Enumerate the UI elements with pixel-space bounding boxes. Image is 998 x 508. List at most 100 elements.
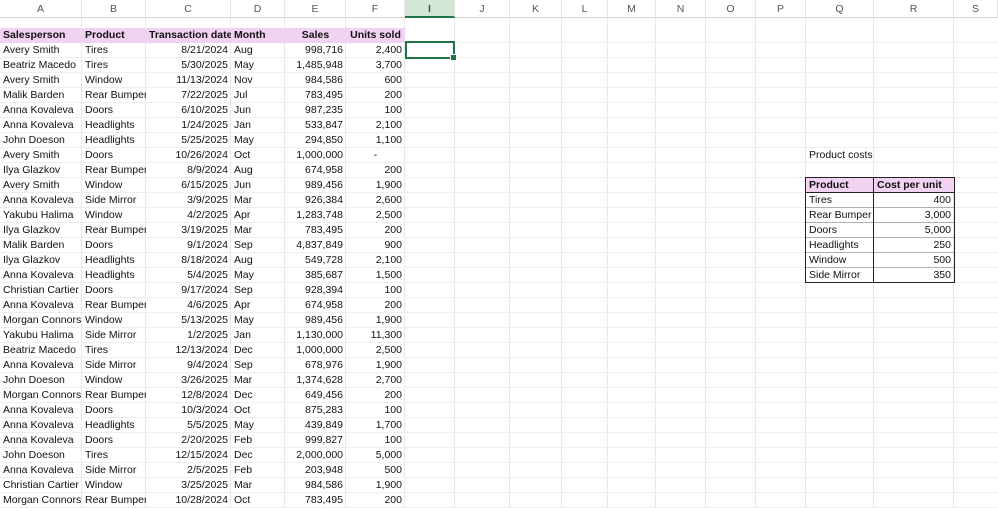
sales-cell[interactable]: Anna Kovaleva — [0, 118, 82, 133]
sales-cell[interactable]: Beatriz Macedo — [0, 58, 82, 73]
sales-cell[interactable]: Christian Cartier — [0, 478, 82, 493]
sales-cell[interactable]: Rear Bumper — [82, 493, 146, 508]
sales-cell[interactable]: Mar — [231, 193, 285, 208]
sales-cell[interactable]: Apr — [231, 208, 285, 223]
sales-cell[interactable]: John Doeson — [0, 373, 82, 388]
sales-cell[interactable]: Doors — [82, 103, 146, 118]
sales-cell[interactable]: 5/30/2025 — [146, 58, 231, 73]
sales-cell[interactable]: 8/18/2024 — [146, 253, 231, 268]
column-header-q[interactable]: Q — [806, 0, 874, 18]
sales-cell[interactable]: Nov — [231, 73, 285, 88]
sales-cell[interactable]: Dec — [231, 343, 285, 358]
sales-cell[interactable]: Doors — [82, 403, 146, 418]
sales-cell[interactable]: May — [231, 133, 285, 148]
sales-cell[interactable]: Tires — [82, 43, 146, 58]
sales-cell[interactable]: 6/15/2025 — [146, 178, 231, 193]
column-header-p[interactable]: P — [756, 0, 806, 18]
sales-cell[interactable]: May — [231, 268, 285, 283]
sales-cell[interactable]: 533,847 — [285, 118, 346, 133]
sales-cell[interactable]: Jan — [231, 118, 285, 133]
sales-cell[interactable]: Jul — [231, 88, 285, 103]
sales-cell[interactable]: 3/9/2025 — [146, 193, 231, 208]
sales-cell[interactable]: 2,600 — [346, 193, 405, 208]
sales-cell[interactable]: Oct — [231, 493, 285, 508]
sales-cell[interactable]: Oct — [231, 403, 285, 418]
sales-cell[interactable]: 2/20/2025 — [146, 433, 231, 448]
sales-cell[interactable]: Dec — [231, 448, 285, 463]
active-cell-selection[interactable] — [405, 41, 457, 61]
sales-cell[interactable]: 12/8/2024 — [146, 388, 231, 403]
sales-cell[interactable]: 6/10/2025 — [146, 103, 231, 118]
sales-cell[interactable]: 203,948 — [285, 463, 346, 478]
sales-cell[interactable]: 200 — [346, 298, 405, 313]
sales-cell[interactable]: Malik Barden — [0, 238, 82, 253]
sales-cell[interactable]: Side Mirror — [82, 358, 146, 373]
sales-cell[interactable]: 2/5/2025 — [146, 463, 231, 478]
sales-cell[interactable]: Sep — [231, 358, 285, 373]
sales-cell[interactable]: 1,100 — [346, 133, 405, 148]
sales-cell[interactable]: 1,900 — [346, 313, 405, 328]
sales-cell[interactable]: Ilya Glazkov — [0, 223, 82, 238]
sales-cell[interactable]: 1,700 — [346, 418, 405, 433]
sales-cell[interactable]: Feb — [231, 433, 285, 448]
sales-cell[interactable]: 2,700 — [346, 373, 405, 388]
sales-cell[interactable]: 1/24/2025 — [146, 118, 231, 133]
sales-cell[interactable]: Anna Kovaleva — [0, 268, 82, 283]
sales-cell[interactable]: Rear Bumper — [82, 88, 146, 103]
sales-cell[interactable]: Christian Cartier — [0, 283, 82, 298]
sales-cell[interactable]: Anna Kovaleva — [0, 403, 82, 418]
sales-cell[interactable]: 3/19/2025 — [146, 223, 231, 238]
sales-cell[interactable]: Aug — [231, 163, 285, 178]
sales-cell[interactable]: Morgan Connors — [0, 388, 82, 403]
sales-cell[interactable]: 3/26/2025 — [146, 373, 231, 388]
column-header-m[interactable]: M — [608, 0, 656, 18]
sales-cell[interactable]: Yakubu Halima — [0, 328, 82, 343]
sales-cell[interactable]: 500 — [346, 463, 405, 478]
sales-cell[interactable]: Jun — [231, 178, 285, 193]
sales-cell[interactable]: 1,900 — [346, 358, 405, 373]
sales-cell[interactable]: 600 — [346, 73, 405, 88]
sales-cell[interactable]: Side Mirror — [82, 328, 146, 343]
sales-cell[interactable]: 7/22/2025 — [146, 88, 231, 103]
sales-cell[interactable]: Yakubu Halima — [0, 208, 82, 223]
sales-cell[interactable]: Avery Smith — [0, 178, 82, 193]
sales-cell[interactable]: 5/4/2025 — [146, 268, 231, 283]
sales-cell[interactable]: Morgan Connors — [0, 313, 82, 328]
sales-header-cell[interactable]: Sales — [285, 28, 346, 43]
sales-cell[interactable]: 2,400 — [346, 43, 405, 58]
column-header-d[interactable]: D — [231, 0, 285, 18]
sales-cell[interactable]: 12/13/2024 — [146, 343, 231, 358]
sales-cell[interactable]: Dec — [231, 388, 285, 403]
sales-cell[interactable]: John Doeson — [0, 133, 82, 148]
sales-cell[interactable]: Aug — [231, 253, 285, 268]
sales-cell[interactable]: 875,283 — [285, 403, 346, 418]
sales-cell[interactable]: Anna Kovaleva — [0, 358, 82, 373]
sales-cell[interactable]: 10/28/2024 — [146, 493, 231, 508]
sales-cell[interactable]: 3,700 — [346, 58, 405, 73]
sales-cell[interactable]: Aug — [231, 43, 285, 58]
sales-cell[interactable]: Rear Bumper — [82, 163, 146, 178]
sales-cell[interactable]: 100 — [346, 433, 405, 448]
sales-cell[interactable]: Mar — [231, 223, 285, 238]
sales-cell[interactable]: 674,958 — [285, 163, 346, 178]
sales-cell[interactable]: 10/3/2024 — [146, 403, 231, 418]
sales-cell[interactable]: Side Mirror — [82, 193, 146, 208]
sales-cell[interactable]: 439,849 — [285, 418, 346, 433]
sales-cell[interactable]: Avery Smith — [0, 43, 82, 58]
sales-cell[interactable]: Headlights — [82, 418, 146, 433]
sales-cell[interactable]: Tires — [82, 58, 146, 73]
sales-cell[interactable]: Window — [82, 313, 146, 328]
sales-cell[interactable]: 783,495 — [285, 493, 346, 508]
sales-cell[interactable]: 100 — [346, 403, 405, 418]
sales-cell[interactable]: 2,500 — [346, 208, 405, 223]
column-header-e[interactable]: E — [285, 0, 346, 18]
sales-cell[interactable]: 200 — [346, 388, 405, 403]
sales-header-cell[interactable]: Transaction date — [146, 28, 231, 43]
sales-cell[interactable]: Morgan Connors — [0, 493, 82, 508]
sales-cell[interactable]: Doors — [82, 148, 146, 163]
sales-cell[interactable]: Oct — [231, 148, 285, 163]
column-header-k[interactable]: K — [510, 0, 562, 18]
sales-header-cell[interactable]: Units sold — [346, 28, 405, 43]
sales-cell[interactable]: Sep — [231, 283, 285, 298]
sales-cell[interactable]: 10/26/2024 — [146, 148, 231, 163]
